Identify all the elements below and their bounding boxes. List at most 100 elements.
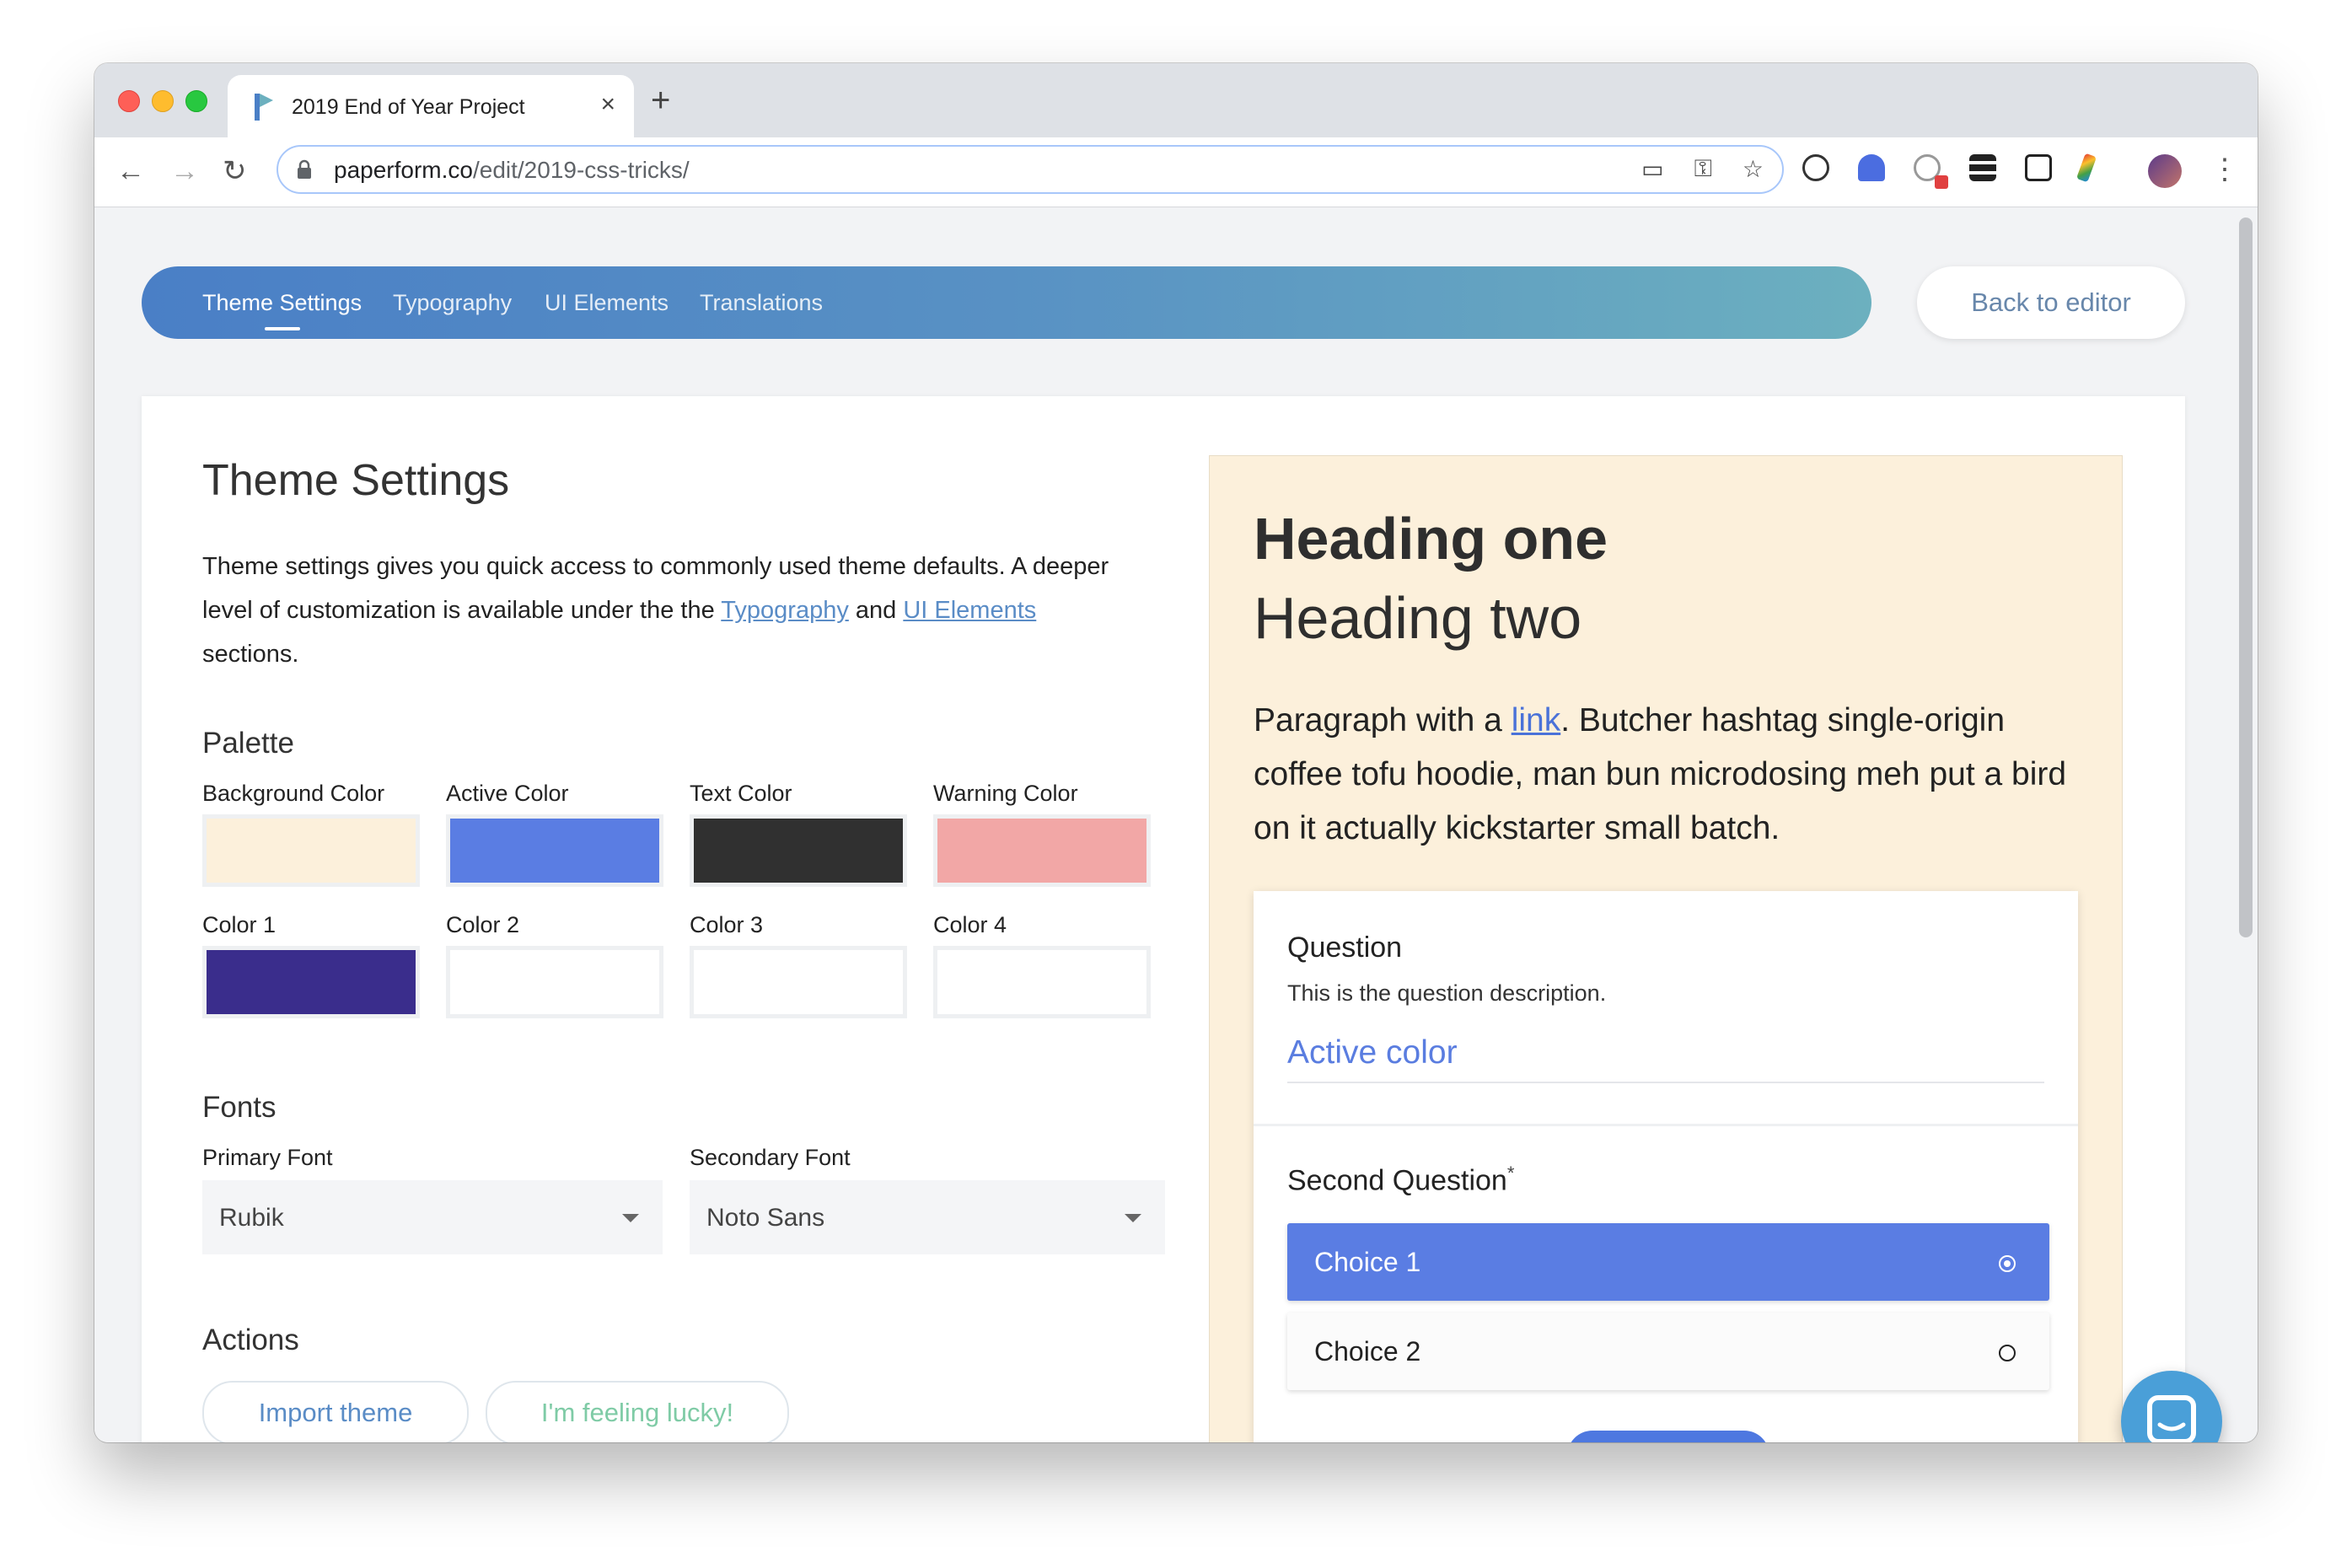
swatch-label: Active Color xyxy=(446,781,569,806)
description-and: and xyxy=(848,597,904,624)
chevron-down-icon xyxy=(622,1214,639,1222)
color-1-swatch[interactable] xyxy=(202,946,420,1018)
feeling-lucky-button[interactable]: I'm feeling lucky! xyxy=(486,1381,789,1442)
paragraph-start: Paragraph with a xyxy=(1254,702,1512,738)
buffer-extension-icon[interactable] xyxy=(1969,154,1996,181)
reload-icon[interactable]: ↻ xyxy=(223,154,247,188)
active-color-swatch[interactable] xyxy=(446,814,663,887)
notion-extension-icon[interactable] xyxy=(2025,154,2052,181)
tab-strip: 2019 End of Year Project × + xyxy=(94,63,2258,137)
browser-window: 2019 End of Year Project × + ← → ↻ paper… xyxy=(94,63,2258,1442)
question-card: Question This is the question descriptio… xyxy=(1254,891,2078,1442)
radio-unselected-icon xyxy=(1999,1345,2016,1361)
browser-tab[interactable]: 2019 End of Year Project × xyxy=(228,75,634,137)
preview-paragraph: Paragraph with a link. Butcher hashtag s… xyxy=(1254,694,2097,856)
chat-launcher-button[interactable] xyxy=(2121,1371,2222,1442)
tab-typography[interactable]: Typography xyxy=(393,290,512,316)
choice-2-option[interactable]: Choice 2 xyxy=(1287,1313,2049,1390)
color-picker-extension-icon[interactable] xyxy=(2075,153,2097,183)
swatch-label: Color 1 xyxy=(202,912,277,937)
swatch-label: Text Color xyxy=(690,781,792,806)
text-color-swatch[interactable] xyxy=(690,814,907,887)
fonts-heading: Fonts xyxy=(202,1091,277,1124)
page-content: Theme Settings Typography UI Elements Tr… xyxy=(94,207,2258,1442)
color-3-swatch[interactable] xyxy=(690,946,907,1018)
palette-heading: Palette xyxy=(202,727,294,760)
profile-avatar[interactable] xyxy=(2148,154,2182,188)
secondary-font-label: Secondary Font xyxy=(690,1145,851,1170)
submit-button[interactable] xyxy=(1567,1431,1769,1442)
maximize-window-button[interactable] xyxy=(185,90,207,112)
grammar-extension-icon[interactable] xyxy=(1914,154,1948,189)
close-window-button[interactable] xyxy=(118,90,140,112)
color-2-swatch[interactable] xyxy=(446,946,663,1018)
back-arrow-icon[interactable]: ← xyxy=(116,154,145,188)
typography-link[interactable]: Typography xyxy=(721,597,849,624)
lock-icon xyxy=(298,159,311,179)
choice-label: Choice 1 xyxy=(1314,1247,1421,1277)
swatch-label: Color 4 xyxy=(933,912,1007,937)
star-bookmark-icon[interactable]: ☆ xyxy=(1743,155,1764,183)
choice-1-option[interactable]: Choice 1 xyxy=(1287,1223,2049,1301)
url-text[interactable]: paperform.co/edit/2019-css-tricks/ xyxy=(334,157,690,184)
second-question-label: Second Question xyxy=(1287,1164,1507,1197)
extensions-bar xyxy=(1802,153,2097,189)
question-divider xyxy=(1254,1124,2078,1126)
description-end: sections. xyxy=(202,641,299,668)
primary-font-value: Rubik xyxy=(219,1204,284,1232)
url-path: /edit/2019-css-tricks/ xyxy=(472,157,690,183)
tab-ui-elements[interactable]: UI Elements xyxy=(545,290,669,316)
secondary-font-select[interactable]: Noto Sans xyxy=(690,1180,1165,1254)
back-to-editor-button[interactable]: Back to editor xyxy=(1917,266,2185,339)
preview-heading-two: Heading two xyxy=(1254,585,1582,651)
page-title: Theme Settings xyxy=(202,456,510,505)
preview-link[interactable]: link xyxy=(1512,702,1561,738)
preview-heading-one: Heading one xyxy=(1254,506,1608,572)
theme-preview: Heading one Heading two Paragraph with a… xyxy=(1209,455,2123,1442)
second-question-title: Second Question* xyxy=(1287,1163,1514,1197)
address-bar[interactable]: paperform.co/edit/2019-css-tricks/ ▭ ⚿ ☆ xyxy=(277,145,1784,194)
tab-title: 2019 End of Year Project xyxy=(292,95,525,119)
new-tab-button[interactable]: + xyxy=(651,83,670,117)
background-color-swatch[interactable] xyxy=(202,814,420,887)
required-asterisk: * xyxy=(1506,1163,1515,1184)
notification-badge xyxy=(1935,175,1948,189)
tab-translations[interactable]: Translations xyxy=(700,290,823,316)
color-4-swatch[interactable] xyxy=(933,946,1151,1018)
password-extension-icon[interactable] xyxy=(1802,154,1829,181)
install-app-icon[interactable]: ▭ xyxy=(1641,155,1663,183)
paperform-favicon-icon xyxy=(255,94,273,121)
warning-color-swatch[interactable] xyxy=(933,814,1151,887)
forward-arrow-icon[interactable]: → xyxy=(170,154,199,188)
omnibox-actions: ▭ ⚿ ☆ xyxy=(1641,155,1764,183)
primary-font-select[interactable]: Rubik xyxy=(202,1180,663,1254)
settings-card: Theme Settings Theme settings gives you … xyxy=(142,396,2185,1442)
settings-description: Theme settings gives you quick access to… xyxy=(202,545,1121,676)
active-tab-indicator xyxy=(265,327,300,330)
ghost-extension-icon[interactable] xyxy=(1858,154,1885,181)
chat-bubble-icon xyxy=(2147,1395,2196,1442)
tab-theme-settings[interactable]: Theme Settings xyxy=(202,290,362,316)
url-host: paperform.co xyxy=(334,157,473,183)
browser-menu-icon[interactable]: ⋮ xyxy=(2210,153,2239,186)
radio-selected-icon xyxy=(1999,1255,2016,1272)
ui-elements-link[interactable]: UI Elements xyxy=(903,597,1036,624)
secondary-font-value: Noto Sans xyxy=(706,1204,825,1232)
question-description: This is the question description. xyxy=(1287,980,1607,1006)
actions-heading: Actions xyxy=(202,1324,299,1356)
chevron-down-icon xyxy=(1125,1214,1141,1222)
settings-nav: Theme Settings Typography UI Elements Tr… xyxy=(142,266,1871,339)
import-theme-button[interactable]: Import theme xyxy=(202,1381,469,1442)
choice-label: Choice 2 xyxy=(1314,1336,1421,1367)
primary-font-label: Primary Font xyxy=(202,1145,333,1170)
question-title: Question xyxy=(1287,932,1403,964)
question-answer-input[interactable]: Active color xyxy=(1287,1034,2044,1083)
page-scrollbar[interactable] xyxy=(2239,217,2253,937)
minimize-window-button[interactable] xyxy=(152,90,174,112)
swatch-label: Background Color xyxy=(202,781,385,806)
key-icon[interactable]: ⚿ xyxy=(1694,155,1712,183)
browser-toolbar: ← → ↻ paperform.co/edit/2019-css-tricks/… xyxy=(94,137,2258,207)
swatch-label: Color 2 xyxy=(446,912,520,937)
tab-close-icon[interactable]: × xyxy=(600,90,615,119)
swatch-label: Color 3 xyxy=(690,912,764,937)
